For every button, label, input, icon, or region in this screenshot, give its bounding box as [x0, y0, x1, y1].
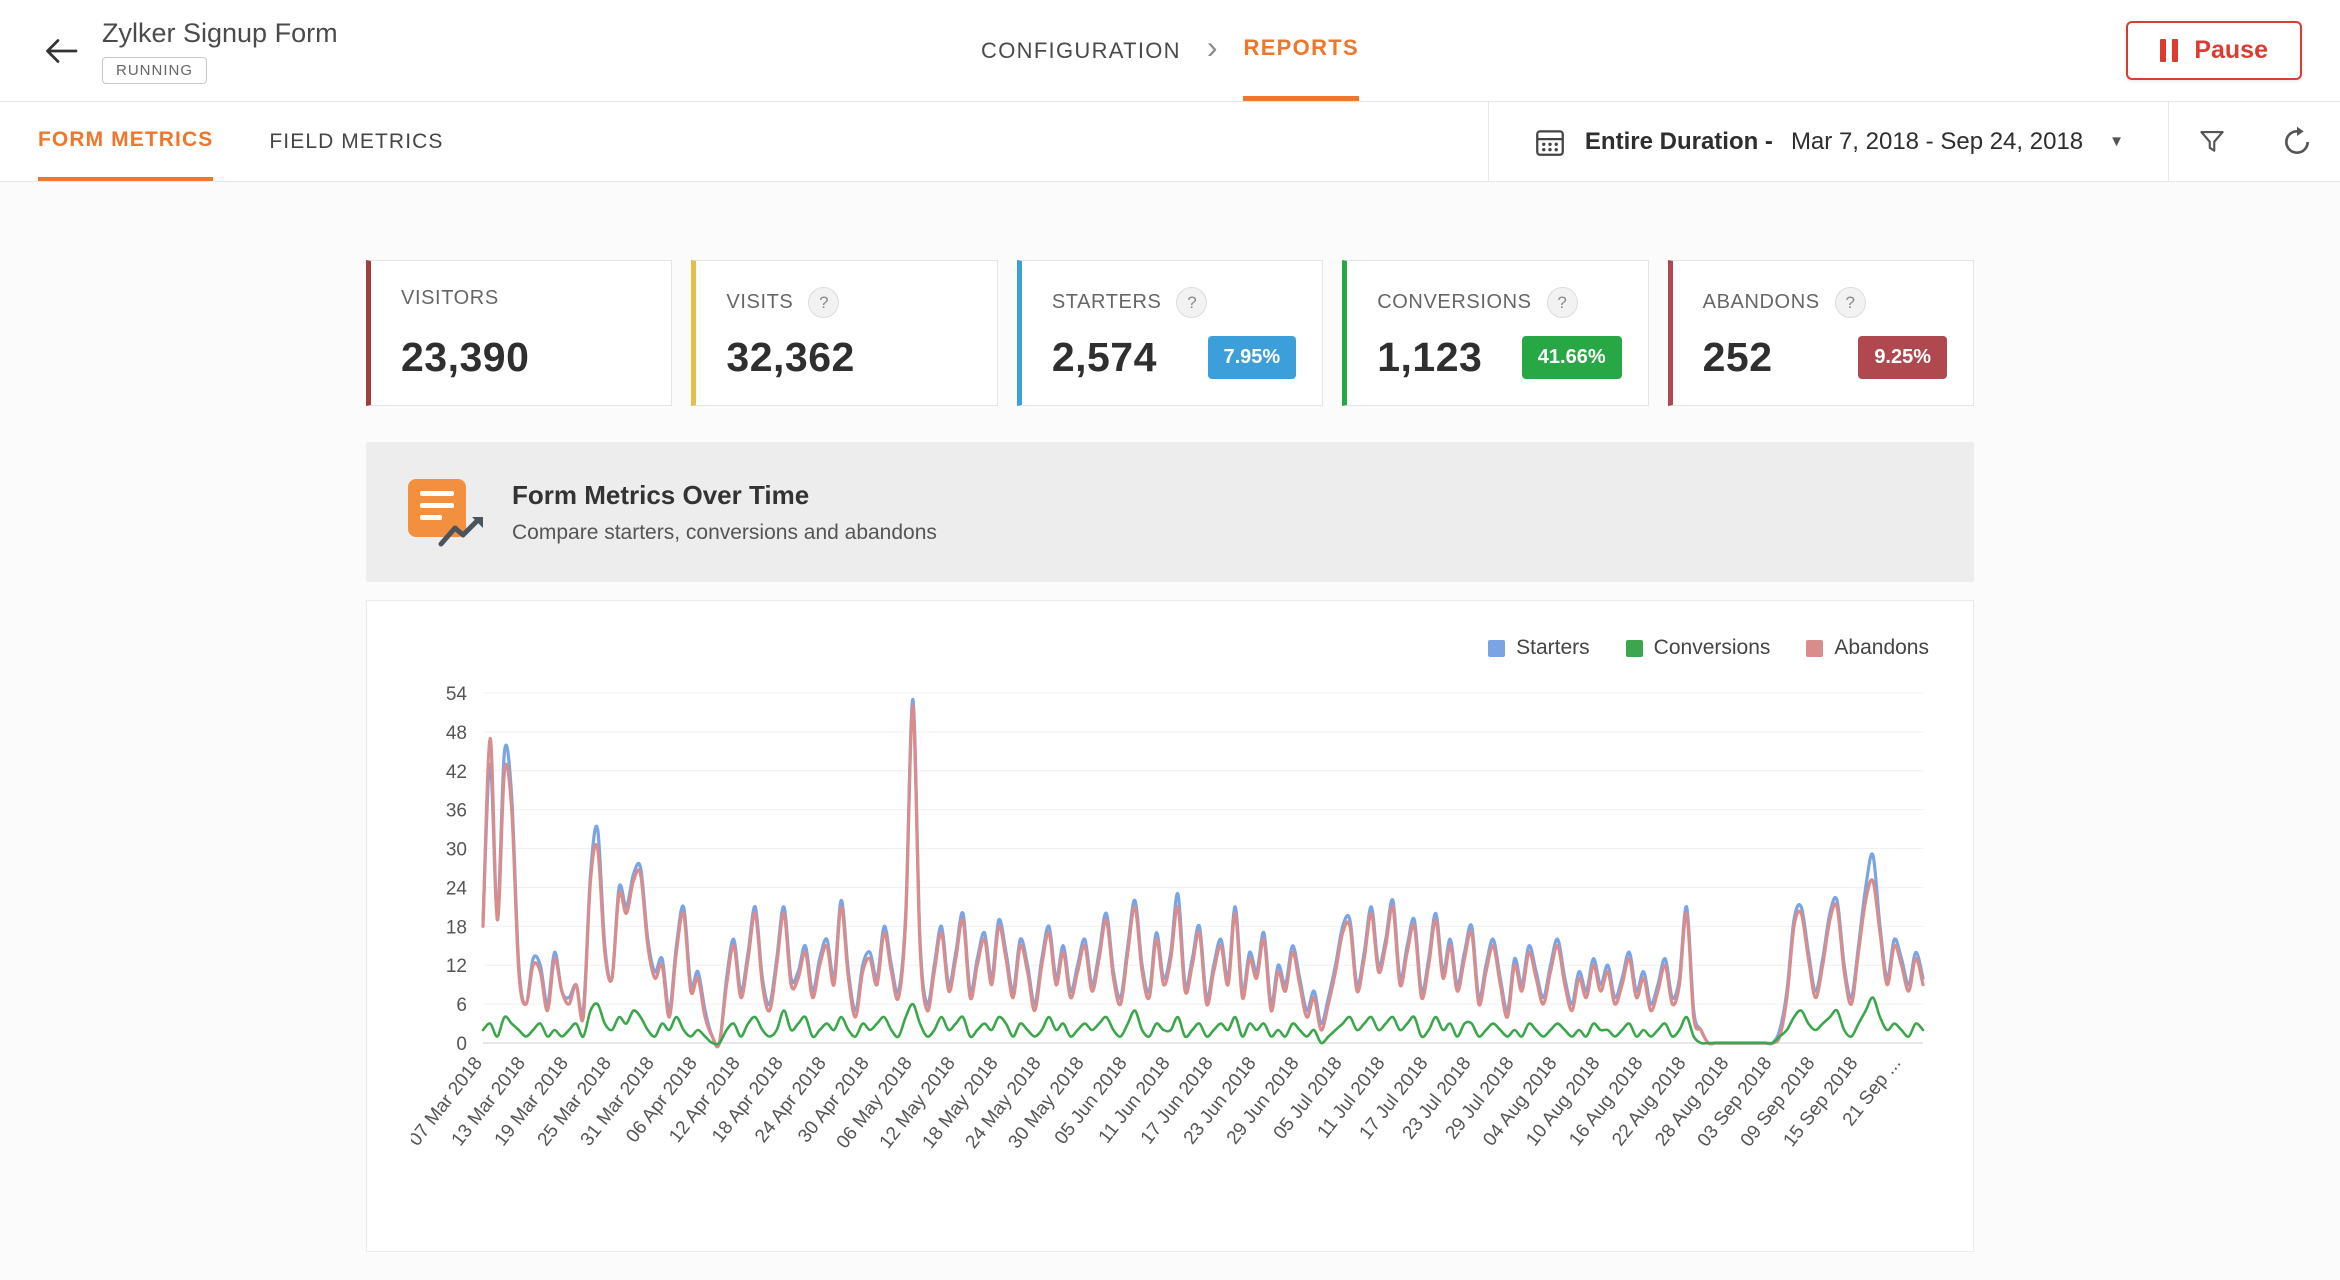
- main-content: VISITORS 23,390 VISITS ? 32,362 STARTERS…: [0, 182, 2340, 1252]
- page-title: Zylker Signup Form: [102, 17, 338, 48]
- abandons-card: ABANDONS ? 252 9.25%: [1667, 260, 1975, 406]
- help-icon[interactable]: ?: [1546, 287, 1578, 318]
- starters-value: 2,574: [1051, 334, 1157, 380]
- starters-badge: 7.95%: [1207, 336, 1297, 379]
- help-icon[interactable]: ?: [808, 287, 840, 318]
- legend-label: Abandons: [1834, 636, 1929, 659]
- legend-swatch: [1488, 639, 1506, 657]
- visits-value: 32,362: [726, 334, 855, 380]
- breadcrumb-reports[interactable]: REPORTS: [1243, 0, 1359, 101]
- svg-text:24: 24: [446, 878, 468, 899]
- metrics-chart-svg: 06121824303642485407 Mar 201813 Mar 2018…: [411, 684, 1925, 1153]
- conversions-badge: 41.66%: [1521, 336, 1622, 379]
- filter-button[interactable]: [2168, 102, 2254, 181]
- svg-text:6: 6: [456, 995, 467, 1016]
- section-subtitle: Compare starters, conversions and abando…: [512, 520, 937, 544]
- tab-form-metrics[interactable]: FORM METRICS: [38, 102, 214, 181]
- abandons-badge: 9.25%: [1858, 336, 1948, 379]
- visits-label: VISITS: [726, 291, 794, 313]
- breadcrumb: CONFIGURATION › REPORTS: [981, 0, 1359, 101]
- abandons-value: 252: [1702, 334, 1773, 380]
- svg-text:36: 36: [446, 801, 467, 822]
- conversions-value: 1,123: [1377, 334, 1483, 380]
- legend-item-abandons[interactable]: Abandons: [1806, 636, 1929, 660]
- refresh-button[interactable]: [2254, 102, 2340, 181]
- series-line-abandons: [481, 704, 1925, 1048]
- funnel-icon: [2199, 130, 2224, 152]
- arrow-left-icon: [46, 38, 78, 63]
- date-range-prefix: Entire Duration -: [1584, 127, 1773, 155]
- svg-text:30: 30: [446, 840, 467, 861]
- svg-text:0: 0: [456, 1034, 467, 1055]
- legend-swatch: [1806, 639, 1824, 657]
- toolbar: FORM METRICS FIELD METRICS Entire Durati…: [0, 102, 2340, 182]
- visitors-value: 23,390: [401, 334, 530, 380]
- status-badge: RUNNING: [102, 56, 207, 84]
- abandons-label: ABANDONS: [1702, 291, 1820, 313]
- legend-swatch: [1625, 639, 1643, 657]
- metrics-tabs: FORM METRICS FIELD METRICS: [38, 102, 500, 181]
- legend-label: Conversions: [1653, 636, 1771, 659]
- app-header: Zylker Signup Form RUNNING CONFIGURATION…: [0, 0, 2340, 102]
- help-icon[interactable]: ?: [1176, 287, 1208, 318]
- conversions-label: CONVERSIONS: [1377, 291, 1532, 313]
- calendar-icon: [1536, 129, 1564, 156]
- report-chart-icon: [408, 479, 483, 547]
- starters-label: STARTERS: [1051, 291, 1162, 313]
- svg-text:18: 18: [446, 917, 467, 938]
- legend-label: Starters: [1516, 636, 1590, 659]
- chevron-down-icon: ▼: [2109, 133, 2124, 150]
- visits-card: VISITS ? 32,362: [691, 260, 998, 406]
- starters-card: STARTERS ? 2,574 7.95%: [1016, 260, 1324, 406]
- svg-text:54: 54: [446, 684, 468, 705]
- legend-item-starters[interactable]: Starters: [1488, 636, 1590, 660]
- section-header: Form Metrics Over Time Compare starters,…: [366, 442, 1974, 582]
- pause-button-label: Pause: [2194, 36, 2268, 64]
- chart-panel: Starters Conversions Abandons 0 6 12 18 24 30 36…: [366, 600, 1974, 1252]
- back-button[interactable]: [38, 28, 84, 74]
- visitors-card: VISITORS 23,390: [366, 260, 673, 406]
- pause-button[interactable]: Pause: [2126, 21, 2302, 80]
- svg-text:42: 42: [446, 762, 467, 783]
- section-title: Form Metrics Over Time: [512, 479, 810, 510]
- date-range-picker[interactable]: Entire Duration - Mar 7, 2018 - Sep 24, …: [1489, 102, 2168, 181]
- stat-cards: VISITORS 23,390 VISITS ? 32,362 STARTERS…: [366, 260, 1975, 406]
- svg-text:48: 48: [446, 723, 467, 744]
- date-range-value: Mar 7, 2018 - Sep 24, 2018: [1790, 127, 2084, 155]
- visitors-label: VISITORS: [401, 287, 499, 309]
- refresh-icon: [2285, 126, 2309, 154]
- tab-field-metrics[interactable]: FIELD METRICS: [269, 102, 443, 181]
- conversions-card: CONVERSIONS ? 1,123 41.66%: [1342, 260, 1649, 406]
- chevron-right-icon: ›: [1206, 29, 1218, 65]
- series-line-starters: [481, 697, 1925, 1049]
- legend-item-conversions[interactable]: Conversions: [1625, 636, 1771, 660]
- svg-text:12: 12: [446, 956, 467, 977]
- breadcrumb-configuration[interactable]: CONFIGURATION: [981, 0, 1181, 101]
- chart-legend: Starters Conversions Abandons: [411, 627, 1929, 669]
- help-icon[interactable]: ?: [1834, 287, 1866, 318]
- pause-icon: [2160, 39, 2179, 62]
